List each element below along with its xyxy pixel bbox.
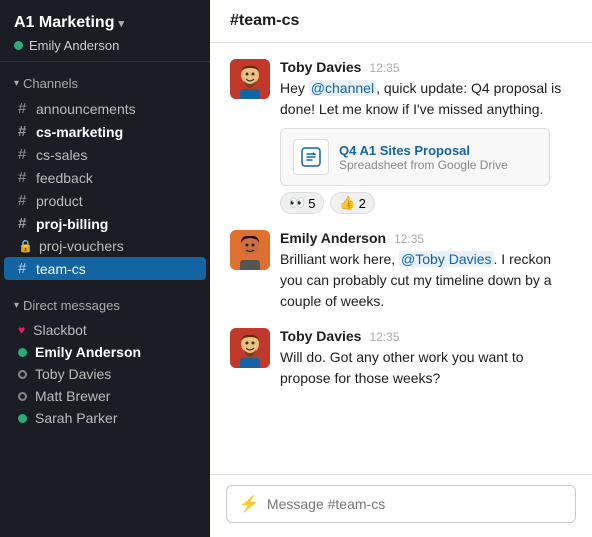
channel-name: cs-sales <box>36 147 87 163</box>
channel-name: proj-billing <box>36 216 108 232</box>
mention: @channel <box>309 80 376 96</box>
dm-item-emily-anderson[interactable]: Emily Anderson <box>4 341 206 363</box>
main-content: #team-cs <box>210 0 592 537</box>
channel-item-announcements[interactable]: # announcements <box>4 97 206 120</box>
lock-icon: 🔒 <box>18 239 33 253</box>
dm-arrow: ▾ <box>14 300 19 311</box>
dm-name: Emily Anderson <box>35 344 141 360</box>
reaction-count: 5 <box>308 196 315 211</box>
avatar <box>230 59 270 99</box>
dm-item-slackbot[interactable]: ♥ Slackbot <box>4 319 206 341</box>
channel-item-cs-marketing[interactable]: # cs-marketing <box>4 120 206 143</box>
channel-item-proj-vouchers[interactable]: 🔒 proj-vouchers <box>4 235 206 257</box>
channel-item-cs-sales[interactable]: # cs-sales <box>4 143 206 166</box>
message-time: 12:35 <box>369 61 399 75</box>
message-row: Toby Davies 12:35 Will do. Got any other… <box>230 328 572 389</box>
current-user-status: Emily Anderson <box>14 38 196 53</box>
reaction-thumbsup[interactable]: 👍 2 <box>330 192 374 214</box>
channel-name: feedback <box>36 170 93 186</box>
attachment-info: Q4 A1 Sites Proposal Spreadsheet from Go… <box>339 143 508 172</box>
channels-section-header[interactable]: ▾ Channels <box>0 74 210 93</box>
channel-title: #team-cs <box>230 12 299 29</box>
channel-name: cs-marketing <box>36 124 123 140</box>
message-body: Toby Davies 12:35 Will do. Got any other… <box>280 328 572 389</box>
channel-header: #team-cs <box>210 0 592 43</box>
message-meta: Toby Davies 12:35 <box>280 59 572 75</box>
sidebar-header: A1 Marketing ▾ Emily Anderson <box>0 0 210 62</box>
heart-icon: ♥ <box>18 323 25 337</box>
message-author: Toby Davies <box>280 59 361 75</box>
channel-name: announcements <box>36 101 136 117</box>
workspace-label: A1 Marketing <box>14 14 114 32</box>
channel-item-team-cs[interactable]: # team-cs <box>4 257 206 280</box>
online-dot <box>18 348 27 357</box>
channel-name: product <box>36 193 83 209</box>
workspace-chevron: ▾ <box>118 17 124 30</box>
offline-dot <box>18 392 27 401</box>
workspace-name[interactable]: A1 Marketing ▾ <box>14 14 196 32</box>
message-text: Brilliant work here, @Toby Davies. I rec… <box>280 249 572 312</box>
bolt-icon: ⚡ <box>239 494 259 514</box>
channel-name: proj-vouchers <box>39 238 124 254</box>
dm-label: Direct messages <box>23 298 120 313</box>
message-time: 12:35 <box>369 330 399 344</box>
dm-item-sarah-parker[interactable]: Sarah Parker <box>4 407 206 429</box>
channel-name: team-cs <box>36 261 86 277</box>
message-meta: Emily Anderson 12:35 <box>280 230 572 246</box>
hash-icon: # <box>18 123 30 140</box>
sidebar: A1 Marketing ▾ Emily Anderson ▾ Channels… <box>0 0 210 537</box>
reactions: 👀 5 👍 2 <box>280 192 572 214</box>
channel-item-product[interactable]: # product <box>4 189 206 212</box>
message-time: 12:35 <box>394 232 424 246</box>
message-input[interactable] <box>267 496 563 512</box>
user-status-dot <box>14 41 23 50</box>
message-row: Emily Anderson 12:35 Brilliant work here… <box>230 230 572 312</box>
hash-icon: # <box>18 100 30 117</box>
message-text: Hey @channel, quick update: Q4 proposal … <box>280 78 572 120</box>
dm-name: Toby Davies <box>35 366 111 382</box>
dm-item-matt-brewer[interactable]: Matt Brewer <box>4 385 206 407</box>
dm-item-toby-davies[interactable]: Toby Davies <box>4 363 206 385</box>
channel-item-feedback[interactable]: # feedback <box>4 166 206 189</box>
message-body: Emily Anderson 12:35 Brilliant work here… <box>280 230 572 312</box>
reaction-emoji: 👀 <box>289 195 305 211</box>
hash-icon: # <box>18 192 30 209</box>
avatar <box>230 328 270 368</box>
attachment-icon <box>293 139 329 175</box>
dm-section-header[interactable]: ▾ Direct messages <box>0 296 210 315</box>
message-row: Toby Davies 12:35 Hey @channel, quick up… <box>230 59 572 214</box>
channels-section: ▾ Channels # announcements # cs-marketin… <box>0 62 210 284</box>
message-text: Will do. Got any other work you want to … <box>280 347 572 389</box>
message-author: Emily Anderson <box>280 230 386 246</box>
message-body: Toby Davies 12:35 Hey @channel, quick up… <box>280 59 572 214</box>
channel-item-proj-billing[interactable]: # proj-billing <box>4 212 206 235</box>
online-dot <box>18 414 27 423</box>
attachment-subtitle: Spreadsheet from Google Drive <box>339 158 508 172</box>
reaction-count: 2 <box>359 196 366 211</box>
message-author: Toby Davies <box>280 328 361 344</box>
message-input-area: ⚡ <box>210 474 592 537</box>
messages-area: Toby Davies 12:35 Hey @channel, quick up… <box>210 43 592 474</box>
channels-arrow: ▾ <box>14 78 19 89</box>
channels-label: Channels <box>23 76 78 91</box>
reaction-eyes[interactable]: 👀 5 <box>280 192 324 214</box>
current-user-name: Emily Anderson <box>29 38 119 53</box>
dm-name: Matt Brewer <box>35 388 110 404</box>
offline-dot <box>18 370 27 379</box>
hash-icon: # <box>18 215 30 232</box>
attachment[interactable]: Q4 A1 Sites Proposal Spreadsheet from Go… <box>280 128 550 186</box>
hash-icon: # <box>18 146 30 163</box>
reaction-emoji: 👍 <box>339 195 355 211</box>
message-input-wrapper: ⚡ <box>226 485 576 523</box>
dm-name: Sarah Parker <box>35 410 117 426</box>
dm-section: ▾ Direct messages ♥ Slackbot Emily Ander… <box>0 284 210 433</box>
dm-name: Slackbot <box>33 322 87 338</box>
avatar <box>230 230 270 270</box>
attachment-title: Q4 A1 Sites Proposal <box>339 143 508 158</box>
hash-icon: # <box>18 260 30 277</box>
hash-icon: # <box>18 169 30 186</box>
mention: @Toby Davies <box>399 251 493 267</box>
message-meta: Toby Davies 12:35 <box>280 328 572 344</box>
